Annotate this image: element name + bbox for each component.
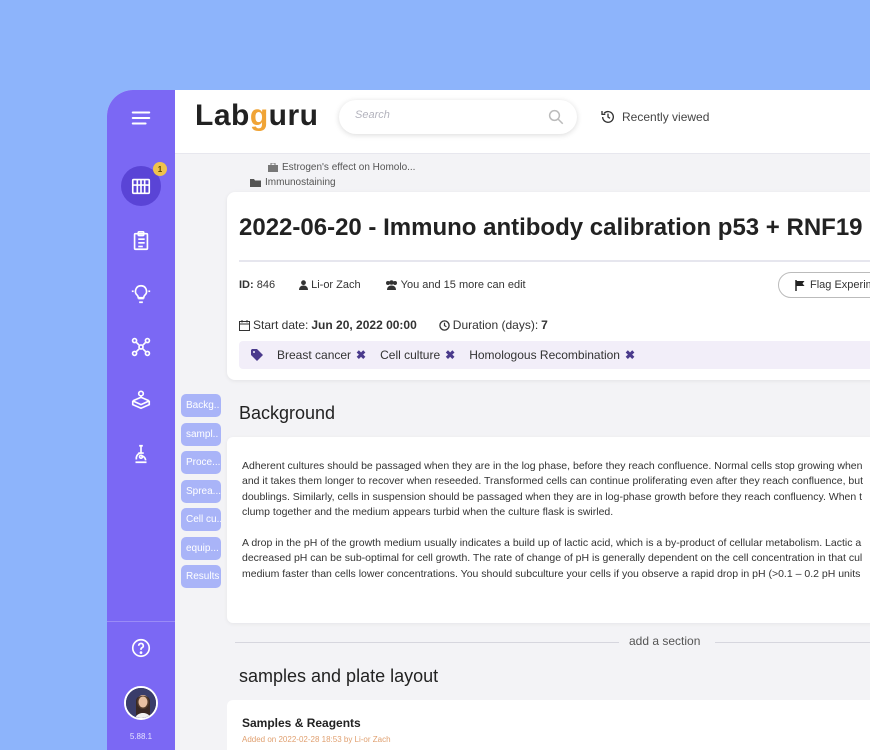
briefcase-icon xyxy=(268,163,278,172)
tag-label: Cell culture xyxy=(380,348,441,362)
section-nav-cell-culture[interactable]: Cell cu... xyxy=(181,508,221,531)
tag-breast-cancer[interactable]: Breast cancer ✖ xyxy=(277,348,366,362)
duration-label: Duration (days): xyxy=(452,318,539,332)
start-date-label: Start date: xyxy=(253,318,309,332)
box-icon xyxy=(131,390,151,410)
search-icon[interactable] xyxy=(547,108,565,126)
breadcrumb-folder[interactable]: Immunostaining xyxy=(250,177,336,188)
start-date-value: Jun 20, 2022 00:00 xyxy=(311,318,417,332)
calendar-icon xyxy=(239,319,250,331)
id-label: ID: xyxy=(239,279,254,291)
sidebar-item-storage[interactable] xyxy=(121,380,161,420)
text-line: doublings. Similarly, cells in suspensio… xyxy=(242,490,863,503)
sidebar-item-protocols[interactable] xyxy=(121,221,161,261)
duration[interactable]: Duration (days): 7 xyxy=(439,318,548,332)
section-title-background[interactable]: Background xyxy=(239,403,335,424)
text-line: and it takes them longer to recover when… xyxy=(242,475,864,488)
breadcrumb-folder-label: Immunostaining xyxy=(265,177,336,188)
remove-tag-icon[interactable]: ✖ xyxy=(445,348,455,362)
sidebar-item-microscope[interactable] xyxy=(121,434,161,474)
tag-label: Homologous Recombination xyxy=(469,348,620,362)
labguru-logo[interactable]: Labguru xyxy=(195,99,319,133)
experiment-editors[interactable]: You and 15 more can edit xyxy=(385,279,526,291)
app-window: 1 5.88.1 Labguru Search Recently viewed … xyxy=(107,90,870,750)
molecule-icon xyxy=(131,337,151,357)
help-icon[interactable] xyxy=(121,628,161,668)
menu-icon[interactable] xyxy=(121,98,161,138)
experiment-owner[interactable]: Li-or Zach xyxy=(299,279,361,291)
text-line: Adherent cultures should be passaged whe… xyxy=(242,460,863,472)
text-line: A drop in the pH of the growth medium us… xyxy=(242,537,862,549)
title-underline xyxy=(239,260,870,262)
background-paragraph-2: A drop in the pH of the growth medium us… xyxy=(242,536,870,582)
section-nav-background[interactable]: Backg.. xyxy=(181,394,221,417)
text-line: clump together and the medium appears tu… xyxy=(242,505,614,518)
clock-icon xyxy=(439,319,450,331)
section-nav-samples[interactable]: sampl.. xyxy=(181,423,221,446)
remove-tag-icon[interactable]: ✖ xyxy=(356,348,366,362)
user-icon xyxy=(299,280,309,290)
samples-reagents-card[interactable]: Samples & Reagents Added on 2022-02-28 1… xyxy=(227,700,870,750)
history-icon xyxy=(601,110,614,123)
top-header: Labguru Recently viewed xyxy=(175,90,870,154)
breadcrumb-project-label: Estrogen's effect on Homolo... xyxy=(282,162,416,173)
recently-viewed-button[interactable]: Recently viewed xyxy=(600,109,709,125)
flag-experiment-button[interactable]: Flag Experim xyxy=(778,272,870,298)
experiment-id: ID: 846 xyxy=(239,279,275,291)
user-avatar[interactable] xyxy=(124,686,158,720)
section-nav-spreadsheet[interactable]: Sprea... xyxy=(181,480,221,503)
notification-badge: 1 xyxy=(153,162,167,176)
owner-name: Li-or Zach xyxy=(311,279,361,291)
sidebar-item-ideas[interactable] xyxy=(121,274,161,314)
test-tubes-icon xyxy=(131,178,151,195)
samples-card-subtitle: Added on 2022-02-28 18:53 by Li-or Zach xyxy=(242,735,391,744)
sidebar-divider xyxy=(107,621,175,622)
text-line: decreased pH can be sub-optimal for cell… xyxy=(242,552,863,565)
section-title-samples[interactable]: samples and plate layout xyxy=(239,666,438,687)
flag-button-label: Flag Experim xyxy=(810,279,870,291)
tag-cell-culture[interactable]: Cell culture ✖ xyxy=(380,348,455,362)
recently-viewed-label: Recently viewed xyxy=(622,110,710,124)
sidebar: 1 5.88.1 xyxy=(107,90,175,750)
id-value: 846 xyxy=(256,279,276,291)
text-line: medium faster than cells lower concentra… xyxy=(242,567,861,580)
search-box xyxy=(339,100,577,134)
experiment-header-card: 2022-06-20 - Immuno antibody calibration… xyxy=(227,192,870,380)
app-version: 5.88.1 xyxy=(129,732,153,741)
remove-tag-icon[interactable]: ✖ xyxy=(625,348,635,362)
tags-bar: Breast cancer ✖ Cell culture ✖ Homologous … xyxy=(239,341,870,369)
flag-icon xyxy=(795,279,805,291)
experiment-title[interactable]: 2022-06-20 - Immuno antibody calibration… xyxy=(239,214,863,242)
duration-value: 7 xyxy=(541,318,548,332)
tag-icon xyxy=(251,349,263,361)
divider-right xyxy=(715,642,870,643)
experiment-dates: Start date: Jun 20, 2022 00:00 Duration … xyxy=(239,318,548,332)
folder-icon xyxy=(250,179,261,187)
experiment-meta: ID: 846 Li-or Zach You and 15 more can e… xyxy=(239,279,526,291)
microscope-icon xyxy=(135,444,147,464)
clipboard-icon xyxy=(133,231,149,251)
users-icon xyxy=(385,280,397,290)
sidebar-item-network[interactable] xyxy=(121,327,161,367)
tag-label: Breast cancer xyxy=(277,348,352,362)
background-text-card[interactable]: Adherent cultures should be passaged whe… xyxy=(227,437,870,623)
add-section-button[interactable]: add a section xyxy=(629,634,700,648)
lightbulb-icon xyxy=(131,284,151,304)
search-input[interactable] xyxy=(355,109,535,121)
section-nav-results[interactable]: Results xyxy=(181,565,221,588)
tag-homologous-recombination[interactable]: Homologous Recombination ✖ xyxy=(469,348,635,362)
start-date[interactable]: Start date: Jun 20, 2022 00:00 xyxy=(239,318,417,332)
main-content: Estrogen's effect on Homolo... Immunosta… xyxy=(175,154,870,750)
samples-card-title: Samples & Reagents xyxy=(242,716,361,730)
section-nav-equipment[interactable]: equip... xyxy=(181,537,221,560)
divider-left xyxy=(235,642,619,643)
breadcrumb-project[interactable]: Estrogen's effect on Homolo... xyxy=(268,162,415,173)
editors-label: You and 15 more can edit xyxy=(400,279,526,291)
section-nav-procedure[interactable]: Proce... xyxy=(181,451,221,474)
background-paragraph-1: Adherent cultures should be passaged whe… xyxy=(242,459,870,520)
